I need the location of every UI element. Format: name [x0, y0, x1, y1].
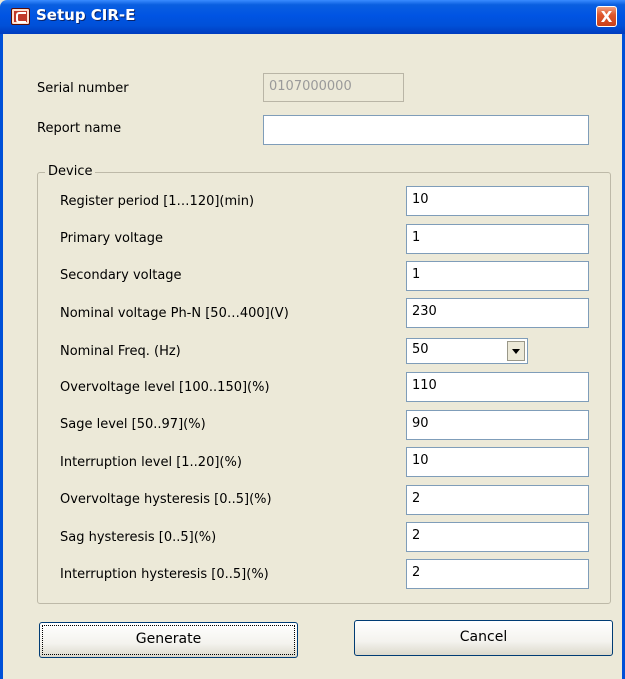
serial-number-field: 0107000000	[263, 73, 404, 102]
cancel-button[interactable]: Cancel	[354, 620, 613, 656]
interruption-level-label: Interruption level [1..20](%)	[60, 455, 242, 470]
primary-voltage-label: Primary voltage	[60, 231, 163, 246]
window-border-left	[0, 34, 3, 679]
interruption-hysteresis-label: Interruption hysteresis [0..5](%)	[60, 567, 269, 582]
overvoltage-hysteresis-input[interactable]: 2	[406, 485, 589, 515]
app-icon	[11, 8, 30, 25]
serial-number-label: Serial number	[37, 81, 129, 96]
close-button[interactable]: X	[596, 6, 617, 27]
sag-hysteresis-input[interactable]: 2	[406, 522, 589, 552]
nominal-freq-value: 50	[412, 342, 429, 357]
primary-voltage-input[interactable]: 1	[406, 224, 589, 254]
window-title: Setup CIR-E	[36, 6, 136, 24]
secondary-voltage-input[interactable]: 1	[406, 261, 589, 291]
nominal-freq-select[interactable]: 50	[406, 338, 528, 364]
nominal-voltage-label: Nominal voltage Ph-N [50…400](V)	[60, 306, 289, 321]
sag-level-input[interactable]: 90	[406, 410, 589, 440]
secondary-voltage-label: Secondary voltage	[60, 268, 182, 283]
sag-hysteresis-label: Sag hysteresis [0..5](%)	[60, 530, 217, 545]
interruption-level-input[interactable]: 10	[406, 447, 589, 477]
sag-level-label: Sage level [50..97](%)	[60, 417, 206, 432]
nominal-freq-label: Nominal Freq. (Hz)	[60, 344, 181, 359]
overvoltage-level-input[interactable]: 110	[406, 372, 589, 402]
overvoltage-level-label: Overvoltage level [100..150](%)	[60, 380, 270, 395]
setup-dialog: Setup CIR-E X Serial number 0107000000 R…	[0, 0, 625, 679]
device-group-legend: Device	[45, 164, 96, 179]
overvoltage-hysteresis-label: Overvoltage hysteresis [0..5](%)	[60, 492, 272, 507]
register-period-input[interactable]: 10	[406, 186, 589, 216]
interruption-hysteresis-input[interactable]: 2	[406, 559, 589, 589]
report-name-label: Report name	[37, 121, 122, 136]
chevron-down-icon[interactable]	[507, 341, 525, 361]
report-name-input[interactable]	[263, 115, 589, 145]
nominal-voltage-input[interactable]: 230	[406, 298, 589, 328]
register-period-label: Register period [1…120](min)	[60, 194, 255, 209]
generate-button[interactable]: Generate	[39, 622, 298, 658]
title-bar[interactable]: Setup CIR-E X	[0, 0, 625, 34]
